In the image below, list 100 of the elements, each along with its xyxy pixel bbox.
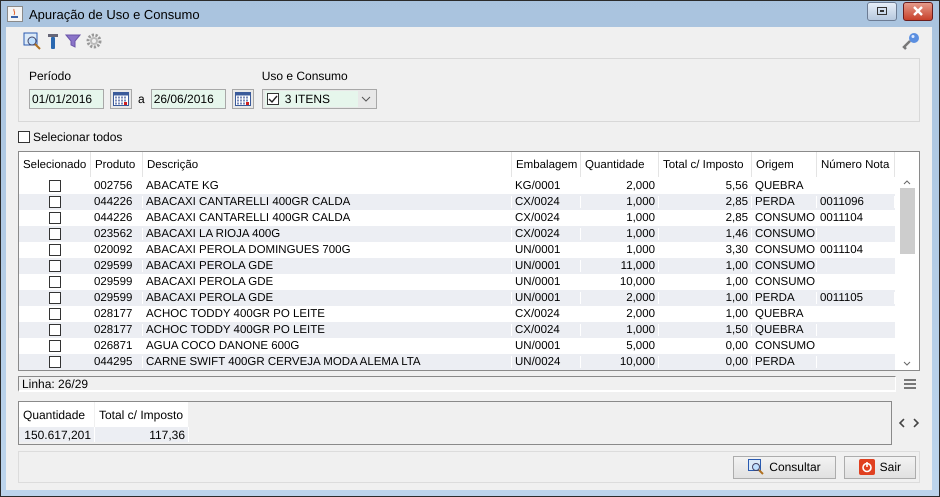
row-checkbox[interactable] bbox=[49, 260, 61, 272]
table-cell: 2,000 bbox=[581, 308, 659, 320]
scroll-up-icon[interactable] bbox=[902, 178, 912, 186]
table-cell: 029599 bbox=[91, 276, 143, 288]
column-header[interactable]: Origem bbox=[752, 152, 817, 177]
table-cell: UN/0001 bbox=[512, 276, 581, 288]
exit-button[interactable]: Sair bbox=[844, 456, 916, 478]
row-checkbox[interactable] bbox=[49, 196, 61, 208]
scroll-down-icon[interactable] bbox=[902, 360, 912, 368]
table-cell: ABACAXI LA RIOJA 400G bbox=[143, 228, 512, 240]
row-checkbox[interactable] bbox=[49, 292, 61, 304]
table-cell: ABACAXI PEROLA GDE bbox=[143, 260, 512, 272]
table-cell: 1,00 bbox=[659, 276, 752, 288]
table-cell: CX/0024 bbox=[512, 212, 581, 224]
table-cell: CX/0024 bbox=[512, 308, 581, 320]
search-icon bbox=[748, 459, 764, 475]
table-cell: 11,000 bbox=[581, 260, 659, 272]
select-all-checkbox[interactable] bbox=[18, 131, 30, 143]
table-cell: PERDA bbox=[752, 292, 817, 304]
table-cell: ABACAXI PEROLA GDE bbox=[143, 292, 512, 304]
row-checkbox[interactable] bbox=[49, 180, 61, 192]
table-cell: 3,30 bbox=[659, 244, 752, 256]
table-cell: CX/0024 bbox=[512, 196, 581, 208]
table-cell: ACHOC TODDY 400GR PO LEITE bbox=[143, 324, 512, 336]
totals-header: Quantidade bbox=[19, 402, 95, 427]
table-cell: 1,50 bbox=[659, 324, 752, 336]
search-button[interactable]: Consultar bbox=[733, 456, 836, 478]
calendar-icon bbox=[234, 92, 251, 106]
maximize-button[interactable] bbox=[867, 2, 897, 20]
scrollbar-thumb[interactable] bbox=[900, 188, 914, 254]
menu-icon[interactable] bbox=[904, 379, 916, 389]
table-cell: CX/0024 bbox=[512, 228, 581, 240]
column-header[interactable]: Embalagem bbox=[512, 152, 581, 177]
usage-dropdown[interactable]: 3 ITENS bbox=[262, 89, 377, 109]
filter-icon[interactable] bbox=[65, 33, 81, 49]
table-cell: QUEBRA bbox=[752, 308, 817, 320]
chevron-left-icon[interactable] bbox=[898, 418, 906, 428]
table-cell: QUEBRA bbox=[752, 180, 817, 192]
row-checkbox[interactable] bbox=[49, 244, 61, 256]
key-icon[interactable] bbox=[902, 32, 920, 50]
date-separator: a bbox=[138, 92, 145, 106]
row-checkbox[interactable] bbox=[49, 212, 61, 224]
table-cell: 029599 bbox=[91, 260, 143, 272]
search-icon[interactable] bbox=[23, 32, 41, 50]
period-label: Período bbox=[29, 69, 72, 83]
table-cell: UN/0001 bbox=[512, 340, 581, 352]
table-cell: 2,000 bbox=[581, 180, 659, 192]
table-cell: 044226 bbox=[91, 212, 143, 224]
table-cell: UN/0001 bbox=[512, 260, 581, 272]
row-checkbox[interactable] bbox=[49, 276, 61, 288]
table-cell: 0011104 bbox=[817, 212, 895, 224]
table-cell: 5,000 bbox=[581, 340, 659, 352]
table-cell: ABACAXI PEROLA GDE bbox=[143, 276, 512, 288]
table-cell: 10,000 bbox=[581, 356, 659, 368]
row-checkbox[interactable] bbox=[49, 356, 61, 368]
table-cell: 029599 bbox=[91, 292, 143, 304]
table-cell: UN/0001 bbox=[512, 244, 581, 256]
table-cell: CONSUMO bbox=[752, 212, 817, 224]
row-checkbox[interactable] bbox=[49, 324, 61, 336]
table-cell: PERDA bbox=[752, 356, 817, 368]
column-header[interactable]: Selecionado bbox=[19, 152, 91, 177]
table-cell: CONSUMO bbox=[752, 260, 817, 272]
column-header[interactable]: Produto bbox=[91, 152, 143, 177]
usage-value: 3 ITENS bbox=[284, 92, 330, 106]
table-cell: 1,000 bbox=[581, 244, 659, 256]
table-cell: 028177 bbox=[91, 324, 143, 336]
chevron-right-icon[interactable] bbox=[912, 418, 920, 428]
table-cell: 1,000 bbox=[581, 324, 659, 336]
calendar-button[interactable] bbox=[232, 89, 254, 109]
table-cell: 2,85 bbox=[659, 196, 752, 208]
table-cell: 0011105 bbox=[817, 292, 895, 304]
usage-checkbox[interactable] bbox=[266, 93, 279, 105]
row-checkbox[interactable] bbox=[49, 228, 61, 240]
calendar-button[interactable] bbox=[110, 89, 132, 109]
window-title: Apuração de Uso e Consumo bbox=[29, 6, 200, 22]
table-cell: 1,00 bbox=[659, 260, 752, 272]
end-date-field[interactable]: 26/06/2016 bbox=[150, 89, 226, 109]
table-cell: CONSUMO bbox=[752, 244, 817, 256]
column-header[interactable]: Descrição bbox=[143, 152, 512, 177]
table-cell: 1,00 bbox=[659, 292, 752, 304]
close-icon bbox=[912, 6, 924, 16]
start-date-field[interactable]: 01/01/2016 bbox=[29, 89, 104, 109]
table-cell: PERDA bbox=[752, 196, 817, 208]
table-cell: AGUA COCO DANONE 600G bbox=[143, 340, 512, 352]
column-header[interactable]: Número Nota bbox=[817, 152, 895, 177]
table-cell: 0,00 bbox=[659, 340, 752, 352]
column-header[interactable]: Total c/ Imposto bbox=[659, 152, 752, 177]
table-cell: UN/0024 bbox=[512, 356, 581, 368]
table-cell: ABACAXI CANTARELLI 400GR CALDA bbox=[143, 196, 512, 208]
row-checkbox[interactable] bbox=[49, 340, 61, 352]
power-icon bbox=[858, 459, 875, 475]
table-cell: 0,00 bbox=[659, 356, 752, 368]
close-button[interactable] bbox=[903, 2, 933, 20]
table-cell: 023562 bbox=[91, 228, 143, 240]
table-cell: 0011104 bbox=[817, 244, 895, 256]
column-header[interactable]: Quantidade bbox=[581, 152, 659, 177]
row-checkbox[interactable] bbox=[49, 308, 61, 320]
table-cell: 10,000 bbox=[581, 276, 659, 288]
table-cell: 026871 bbox=[91, 340, 143, 352]
table-cell: CX/0024 bbox=[512, 324, 581, 336]
